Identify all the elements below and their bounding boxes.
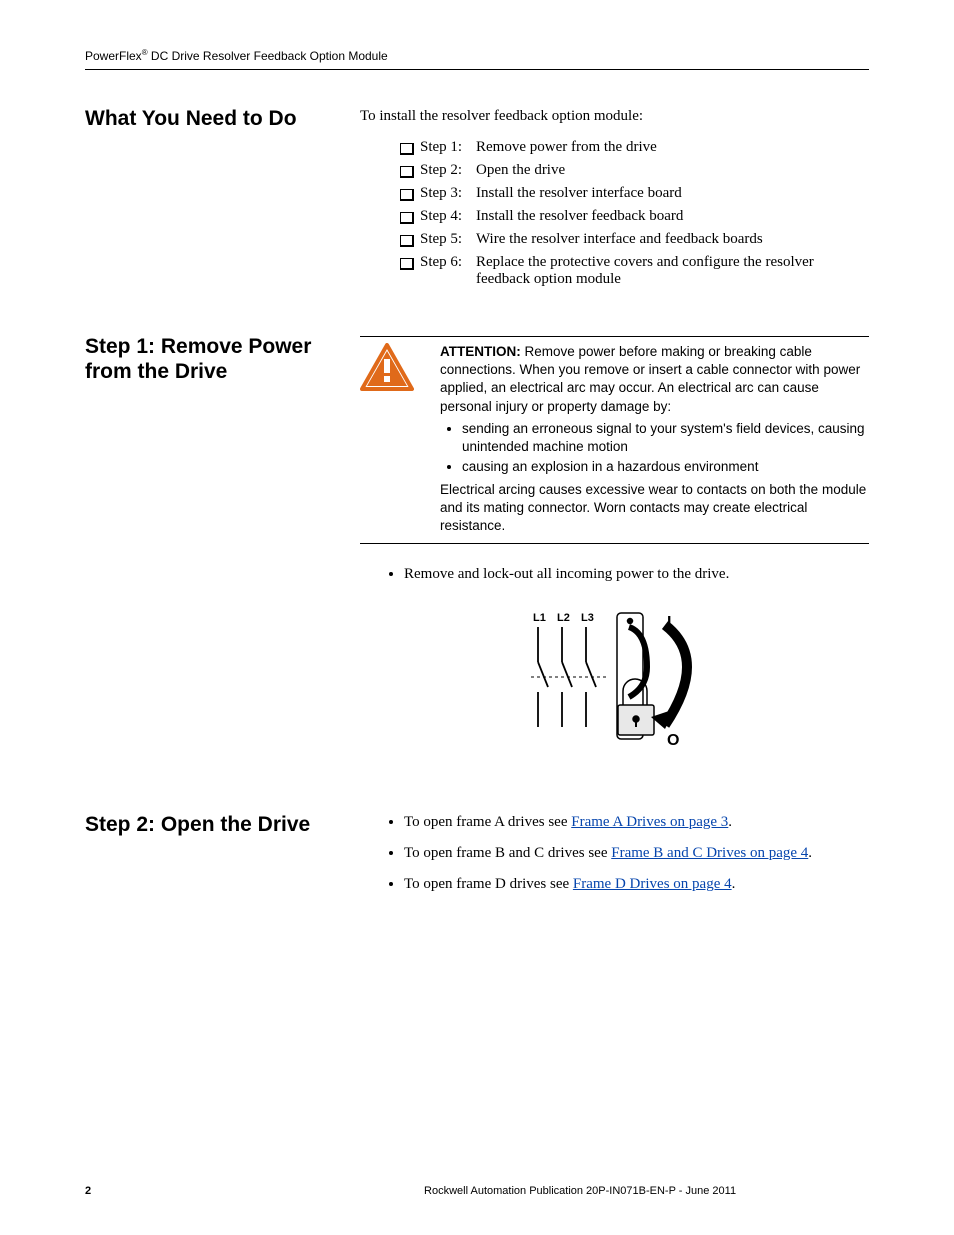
bullet-pre: To open frame D drives see: [404, 876, 573, 892]
step-label: Step 6:: [420, 254, 476, 271]
link-frame-a[interactable]: Frame A Drives on page 3: [571, 814, 728, 830]
figure-label-i: I: [667, 614, 671, 631]
list-item: To open frame D drives see Frame D Drive…: [404, 876, 869, 893]
bullet-post: .: [732, 876, 736, 892]
attention-bullets: sending an erroneous signal to your syst…: [440, 420, 869, 477]
step-item: Step 4: Install the resolver feedback bo…: [400, 208, 869, 225]
bullet-post: .: [808, 845, 812, 861]
checkbox-icon: [400, 166, 414, 178]
action-bullet: Remove and lock-out all incoming power t…: [404, 566, 869, 583]
figure-label-o: O: [667, 732, 679, 749]
step-text: Remove power from the drive: [476, 139, 869, 156]
attention-box: ATTENTION: Remove power before making or…: [360, 336, 869, 544]
list-item: To open frame A drives see Frame A Drive…: [404, 814, 869, 831]
step-text: Wire the resolver interface and feedback…: [476, 231, 869, 248]
step-list: Step 1: Remove power from the drive Step…: [360, 139, 869, 288]
section-step-2: Step 2: Open the Drive To open frame A d…: [85, 812, 869, 917]
attention-icon: [360, 343, 414, 391]
page-number: 2: [85, 1185, 91, 1197]
running-header: PowerFlex® DC Drive Resolver Feedback Op…: [85, 48, 869, 70]
step-label: Step 5:: [420, 231, 476, 248]
section-step-1: Step 1: Remove Power from the Drive ATTE…: [85, 334, 869, 772]
checkbox-icon: [400, 235, 414, 247]
step-label: Step 4:: [420, 208, 476, 225]
checkbox-icon: [400, 258, 414, 270]
step-label: Step 3:: [420, 185, 476, 202]
lockout-figure: L1 L2 L3: [380, 607, 869, 772]
attention-label: ATTENTION:: [440, 344, 521, 359]
step-item: Step 6: Replace the protective covers an…: [400, 254, 869, 288]
link-frame-bc[interactable]: Frame B and C Drives on page 4: [611, 845, 808, 861]
bullet-post: .: [728, 814, 732, 830]
attention-trail: Electrical arcing causes excessive wear …: [440, 481, 869, 536]
attention-lead: ATTENTION: Remove power before making or…: [440, 343, 869, 416]
figure-label-l3: L3: [581, 612, 594, 624]
attention-bullet: sending an erroneous signal to your syst…: [462, 420, 869, 456]
list-item: To open frame B and C drives see Frame B…: [404, 845, 869, 862]
checkbox-icon: [400, 143, 414, 155]
step-text: Install the resolver interface board: [476, 185, 869, 202]
step-item: Step 3: Install the resolver interface b…: [400, 185, 869, 202]
header-suffix: DC Drive Resolver Feedback Option Module: [148, 49, 388, 63]
checkbox-icon: [400, 212, 414, 224]
checkbox-icon: [400, 189, 414, 201]
intro-text: To install the resolver feedback option …: [360, 108, 869, 125]
step-item: Step 5: Wire the resolver interface and …: [400, 231, 869, 248]
page-footer: 2 Rockwell Automation Publication 20P-IN…: [85, 1185, 869, 1197]
section-what-you-need-to-do: What You Need to Do To install the resol…: [85, 106, 869, 294]
bullet-pre: To open frame B and C drives see: [404, 845, 611, 861]
heading-step-1: Step 1: Remove Power from the Drive: [85, 334, 350, 384]
attention-bullet: causing an explosion in a hazardous envi…: [462, 458, 869, 476]
step-label: Step 1:: [420, 139, 476, 156]
link-frame-d[interactable]: Frame D Drives on page 4: [573, 876, 732, 892]
heading-what-you-need-to-do: What You Need to Do: [85, 106, 350, 131]
header-prefix: PowerFlex: [85, 49, 142, 63]
open-drive-list: To open frame A drives see Frame A Drive…: [360, 814, 869, 893]
figure-label-l2: L2: [557, 612, 570, 624]
step-label: Step 2:: [420, 162, 476, 179]
step-item: Step 1: Remove power from the drive: [400, 139, 869, 156]
bullet-pre: To open frame A drives see: [404, 814, 571, 830]
figure-label-l1: L1: [533, 612, 546, 624]
step-text: Open the drive: [476, 162, 869, 179]
publication-info: Rockwell Automation Publication 20P-IN07…: [291, 1185, 869, 1197]
action-list: Remove and lock-out all incoming power t…: [360, 566, 869, 583]
step-text: Install the resolver feedback board: [476, 208, 869, 225]
heading-step-2: Step 2: Open the Drive: [85, 812, 350, 837]
step-item: Step 2: Open the drive: [400, 162, 869, 179]
step-text: Replace the protective covers and config…: [476, 254, 869, 288]
